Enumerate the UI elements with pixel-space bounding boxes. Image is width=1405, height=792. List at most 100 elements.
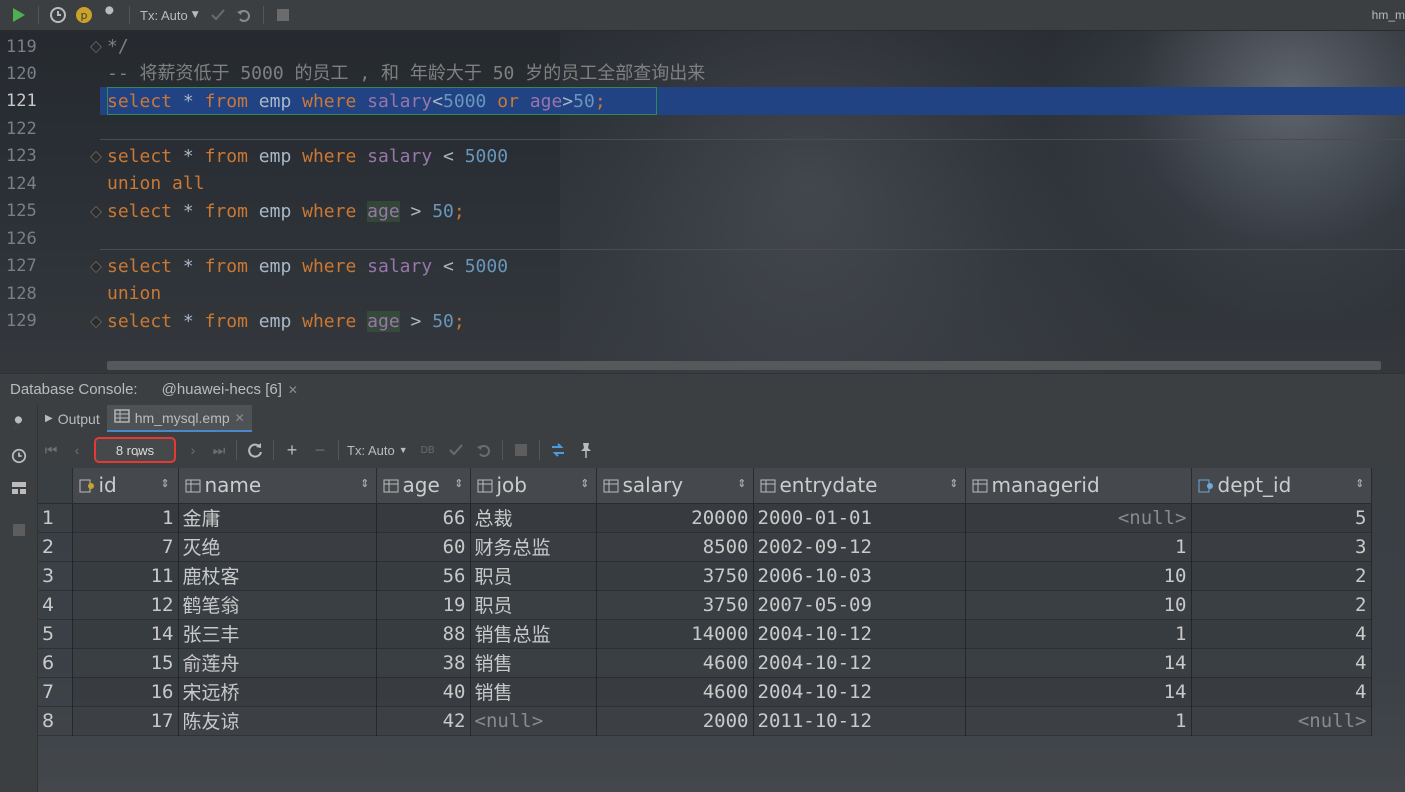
cell-managerid[interactable]: 14 bbox=[965, 677, 1192, 707]
cell-name[interactable]: 鹤笔翁 bbox=[178, 590, 377, 620]
column-header-name[interactable]: name ⇕ bbox=[178, 468, 377, 504]
cell-job[interactable]: 职员 bbox=[470, 590, 597, 620]
stop-icon[interactable] bbox=[270, 3, 296, 27]
table-row[interactable]: 4 12 鹤笔翁 19 职员 3750 2007-05-09 10 2 bbox=[38, 590, 1372, 620]
cell-id[interactable]: 12 bbox=[72, 590, 179, 620]
commit-icon[interactable] bbox=[442, 438, 470, 462]
settings-wrench-icon[interactable] bbox=[97, 3, 123, 27]
prev-page-icon[interactable]: ‹ bbox=[64, 438, 90, 462]
cell-salary[interactable]: 3750 bbox=[596, 561, 754, 591]
cell-age[interactable]: 38 bbox=[376, 648, 471, 678]
cell-entrydate[interactable]: 2004-10-12 bbox=[753, 648, 966, 678]
cell-salary[interactable]: 4600 bbox=[596, 648, 754, 678]
layout-icon[interactable] bbox=[10, 479, 28, 497]
cell-age[interactable]: 40 bbox=[376, 677, 471, 707]
compare-icon[interactable] bbox=[544, 438, 572, 462]
cell-age[interactable]: 19 bbox=[376, 590, 471, 620]
cell-managerid[interactable]: 14 bbox=[965, 648, 1192, 678]
sort-icon[interactable]: ⇕ bbox=[949, 478, 958, 489]
cell-name[interactable]: 金庸 bbox=[178, 503, 377, 533]
cell-dept-id[interactable]: 3 bbox=[1191, 532, 1372, 562]
cell-age[interactable]: 42 bbox=[376, 706, 471, 736]
cell-dept-id[interactable]: 4 bbox=[1191, 619, 1372, 649]
result-grid[interactable]: id ⇕ name ⇕ age ⇕ job ⇕ salary ⇕ entryda… bbox=[38, 468, 1405, 792]
cell-age[interactable]: 56 bbox=[376, 561, 471, 591]
console-session-tab[interactable]: @huawei-hecs [6] ✕ bbox=[162, 381, 298, 398]
column-header-entrydate[interactable]: entrydate ⇕ bbox=[753, 468, 966, 504]
cell-job[interactable]: 财务总监 bbox=[470, 532, 597, 562]
cell-dept-id[interactable]: 5 bbox=[1191, 503, 1372, 533]
cell-id[interactable]: 16 bbox=[72, 677, 179, 707]
delete-row-icon[interactable]: − bbox=[306, 438, 334, 462]
profile-icon[interactable]: p bbox=[71, 3, 97, 27]
close-icon[interactable]: ✕ bbox=[235, 411, 245, 425]
cell-salary[interactable]: 8500 bbox=[596, 532, 754, 562]
sort-icon[interactable]: ⇕ bbox=[161, 478, 170, 489]
tab-hm-mysql-emp[interactable]: hm_mysql.emp ✕ bbox=[106, 405, 252, 432]
column-header-job[interactable]: job ⇕ bbox=[470, 468, 597, 504]
tab-output[interactable]: ▶ Output bbox=[38, 405, 107, 432]
column-header-id[interactable]: id ⇕ bbox=[72, 468, 179, 504]
history-icon[interactable] bbox=[10, 447, 28, 465]
history-icon[interactable] bbox=[45, 3, 71, 27]
run-icon[interactable] bbox=[6, 3, 32, 27]
cell-salary[interactable]: 2000 bbox=[596, 706, 754, 736]
stop-icon[interactable] bbox=[507, 438, 535, 462]
tx-mode-dropdown[interactable]: Tx: Auto bbox=[136, 8, 192, 23]
cell-id[interactable]: 7 bbox=[72, 532, 179, 562]
cell-job[interactable]: 职员 bbox=[470, 561, 597, 591]
stop-icon[interactable] bbox=[10, 521, 28, 539]
table-row[interactable]: 6 15 俞莲舟 38 销售 4600 2004-10-12 14 4 bbox=[38, 648, 1372, 678]
cell-salary[interactable]: 4600 bbox=[596, 677, 754, 707]
rollback-icon[interactable] bbox=[470, 438, 498, 462]
cell-age[interactable]: 88 bbox=[376, 619, 471, 649]
sql-editor[interactable]: 119 120 121 122 123 124 125 126 127 128 … bbox=[0, 31, 1405, 373]
column-header-managerid[interactable]: managerid bbox=[965, 468, 1192, 504]
cell-dept-id[interactable]: 4 bbox=[1191, 648, 1372, 678]
cell-managerid[interactable]: 10 bbox=[965, 561, 1192, 591]
cell-id[interactable]: 11 bbox=[72, 561, 179, 591]
table-row[interactable]: 5 14 张三丰 88 销售总监 14000 2004-10-12 1 4 bbox=[38, 619, 1372, 649]
cell-entrydate[interactable]: 2004-10-12 bbox=[753, 619, 966, 649]
cell-age[interactable]: 66 bbox=[376, 503, 471, 533]
sort-icon[interactable]: ⇕ bbox=[1355, 478, 1364, 489]
column-header-age[interactable]: age ⇕ bbox=[376, 468, 471, 504]
cell-name[interactable]: 灭绝 bbox=[178, 532, 377, 562]
first-page-icon[interactable]: ⏮ bbox=[38, 438, 64, 462]
column-header-dept-id[interactable]: dept_id ⇕ bbox=[1191, 468, 1372, 504]
cell-name[interactable]: 俞莲舟 bbox=[178, 648, 377, 678]
cell-job[interactable]: 总裁 bbox=[470, 503, 597, 533]
sort-icon[interactable]: ⇕ bbox=[737, 478, 746, 489]
cell-id[interactable]: 15 bbox=[72, 648, 179, 678]
column-header-salary[interactable]: salary ⇕ bbox=[596, 468, 754, 504]
table-row[interactable]: 2 7 灭绝 60 财务总监 8500 2002-09-12 1 3 bbox=[38, 532, 1372, 562]
sort-icon[interactable]: ⇕ bbox=[360, 478, 369, 489]
sort-icon[interactable]: ⇕ bbox=[580, 478, 589, 489]
table-row[interactable]: 3 11 鹿杖客 56 职员 3750 2006-10-03 10 2 bbox=[38, 561, 1372, 591]
cell-job[interactable]: <null> bbox=[470, 706, 597, 736]
cell-entrydate[interactable]: 2011-10-12 bbox=[753, 706, 966, 736]
cell-entrydate[interactable]: 2002-09-12 bbox=[753, 532, 966, 562]
cell-name[interactable]: 陈友谅 bbox=[178, 706, 377, 736]
horizontal-scrollbar[interactable] bbox=[107, 361, 1381, 370]
tx-mode-dropdown[interactable]: Tx: Auto bbox=[343, 443, 399, 458]
cell-managerid[interactable]: 1 bbox=[965, 706, 1192, 736]
cell-managerid[interactable]: <null> bbox=[965, 503, 1192, 533]
cell-managerid[interactable]: 1 bbox=[965, 532, 1192, 562]
last-page-icon[interactable]: ⏭ bbox=[206, 438, 232, 462]
db-icon[interactable]: DB bbox=[414, 438, 442, 462]
settings-wrench-icon[interactable] bbox=[10, 415, 28, 433]
cell-entrydate[interactable]: 2006-10-03 bbox=[753, 561, 966, 591]
cell-id[interactable]: 14 bbox=[72, 619, 179, 649]
cell-dept-id[interactable]: <null> bbox=[1191, 706, 1372, 736]
rollback-icon[interactable] bbox=[231, 3, 257, 27]
cell-name[interactable]: 张三丰 bbox=[178, 619, 377, 649]
cell-managerid[interactable]: 10 bbox=[965, 590, 1192, 620]
cell-dept-id[interactable]: 4 bbox=[1191, 677, 1372, 707]
table-row[interactable]: 8 17 陈友谅 42 <null> 2000 2011-10-12 1 <null> bbox=[38, 706, 1372, 736]
cell-id[interactable]: 17 bbox=[72, 706, 179, 736]
cell-dept-id[interactable]: 2 bbox=[1191, 561, 1372, 591]
commit-icon[interactable] bbox=[205, 3, 231, 27]
table-row[interactable]: 7 16 宋远桥 40 销售 4600 2004-10-12 14 4 bbox=[38, 677, 1372, 707]
refresh-icon[interactable] bbox=[241, 438, 269, 462]
